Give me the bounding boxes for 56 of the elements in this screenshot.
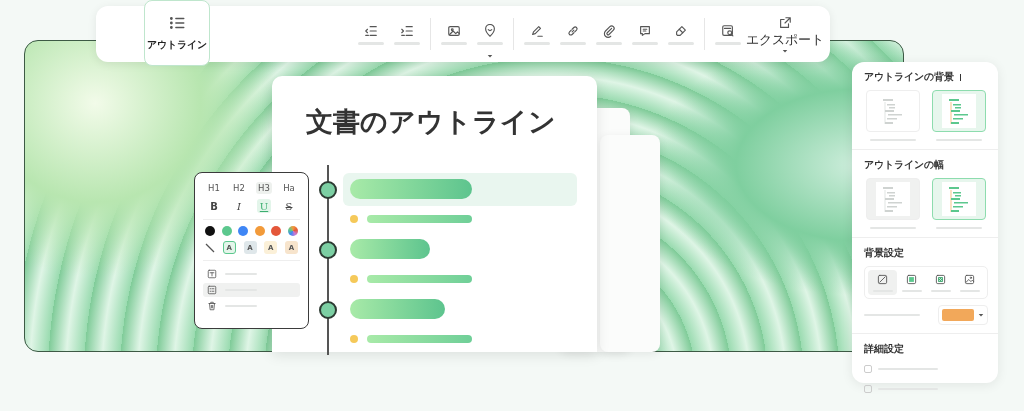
section-title: アウトラインの幅 [864,158,944,172]
outline-thumbnail[interactable] [932,90,986,132]
link-icon[interactable] [566,23,580,38]
eraser-icon[interactable] [674,23,688,38]
caret-icon[interactable] [487,53,493,58]
checkbox[interactable] [864,385,872,393]
outdent-icon[interactable] [364,23,378,38]
document-title: 文書のアウトライン [306,105,556,139]
list-icon [168,14,186,32]
heading-option[interactable]: H3 [256,182,272,194]
color-swatch[interactable] [205,226,215,236]
color-picker[interactable] [938,305,988,325]
caret-icon[interactable] [782,48,788,53]
timeline-node[interactable] [319,241,337,259]
search-document-icon[interactable] [721,23,735,38]
image-icon[interactable] [447,23,461,38]
heading-option[interactable]: Ha [281,182,297,194]
color-palette-icon[interactable] [287,226,298,236]
image-fill-icon [964,274,975,285]
color-swatch[interactable] [221,226,232,236]
insert-icon [207,269,217,279]
checkbox[interactable] [864,365,872,373]
timeline-node[interactable] [319,181,337,199]
color-swatch[interactable] [254,226,265,236]
no-fill-icon [877,274,888,285]
bullet-dot [350,335,358,343]
pen-icon[interactable] [530,23,544,38]
section-title: アウトラインの背景 [864,70,954,84]
timeline-node[interactable] [319,301,337,319]
trash-icon [207,301,217,311]
italic-button[interactable]: I [232,199,246,213]
bullet-dot [350,275,358,283]
paperclip-icon[interactable] [602,23,616,38]
color-swatch[interactable] [238,226,249,236]
section-title: 背景設定 [864,246,904,260]
bold-button[interactable]: B [207,199,221,213]
outline-thumbnail[interactable] [932,178,986,220]
export-icon [778,15,792,30]
export-button[interactable]: エクスポート [746,15,824,53]
strike-button[interactable]: S [282,199,296,213]
layout-icon [207,285,217,295]
heading-option[interactable]: H2 [231,182,247,194]
fill-option[interactable] [868,270,897,295]
heading-option[interactable]: H1 [206,182,222,194]
color-swatch[interactable] [271,226,282,236]
indent-icon[interactable] [400,23,414,38]
section-title: 詳細設定 [864,342,904,356]
menu-item[interactable] [203,283,300,297]
no-highlight-icon[interactable] [205,242,215,253]
location-pin-icon[interactable] [483,23,497,38]
pattern-fill-icon [935,274,946,285]
comment-icon[interactable] [638,23,652,38]
caret-icon[interactable] [978,313,984,317]
solid-fill-icon [906,274,917,285]
bullet-dot [350,215,358,223]
outline-tab[interactable]: アウトライン [144,0,210,66]
